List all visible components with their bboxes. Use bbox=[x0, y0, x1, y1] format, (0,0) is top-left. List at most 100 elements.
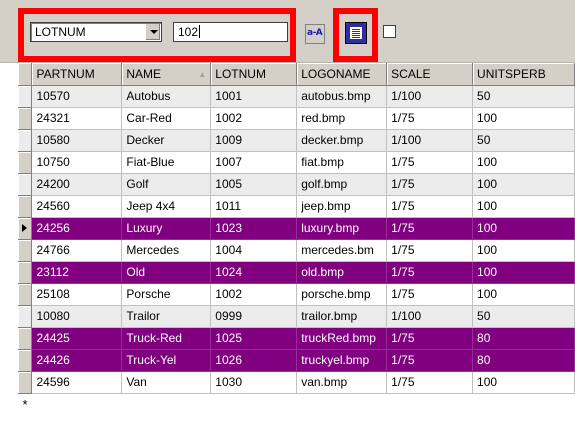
cell-lotnum[interactable]: 1025 bbox=[210, 327, 298, 350]
row-indicator[interactable] bbox=[18, 85, 33, 108]
new-row[interactable]: * bbox=[18, 393, 575, 415]
cell-unitsperb[interactable]: 50 bbox=[472, 305, 575, 328]
cell-logoname[interactable]: porsche.bmp bbox=[296, 283, 388, 306]
cell-lotnum[interactable]: 1001 bbox=[210, 85, 298, 108]
row-indicator[interactable] bbox=[18, 261, 33, 284]
table-row[interactable]: 24426 Truck-Yel 1026 truckyel.bmp 1/75 80 bbox=[18, 349, 575, 372]
table-row[interactable]: 23112 Old 1024 old.bmp 1/75 100 bbox=[18, 261, 575, 284]
cell-unitsperb[interactable]: 100 bbox=[472, 283, 575, 306]
row-indicator[interactable] bbox=[18, 371, 33, 394]
cell-unitsperb[interactable]: 100 bbox=[472, 107, 575, 130]
row-indicator[interactable] bbox=[18, 173, 33, 196]
cell-name[interactable]: Car-Red bbox=[121, 107, 212, 130]
cell-logoname[interactable]: fiat.bmp bbox=[296, 151, 388, 174]
table-row[interactable]: 10080 Trailor 0999 trailor.bmp 1/100 50 bbox=[18, 305, 575, 328]
cell-lotnum[interactable]: 1011 bbox=[210, 195, 298, 218]
cell-name[interactable]: Old bbox=[121, 261, 212, 284]
cell-logoname[interactable]: old.bmp bbox=[296, 261, 388, 284]
cell-unitsperb[interactable]: 50 bbox=[472, 85, 575, 108]
cell-unitsperb[interactable]: 100 bbox=[472, 239, 575, 262]
row-indicator[interactable] bbox=[18, 151, 33, 174]
cell-lotnum[interactable]: 1026 bbox=[210, 349, 298, 372]
cell-lotnum[interactable]: 1002 bbox=[210, 283, 298, 306]
cell-partnum[interactable]: 10570 bbox=[31, 85, 123, 108]
cell-name[interactable]: Truck-Yel bbox=[121, 349, 212, 372]
cell-scale[interactable]: 1/100 bbox=[386, 305, 474, 328]
cell-logoname[interactable]: autobus.bmp bbox=[296, 85, 388, 108]
table-row[interactable]: 10750 Fiat-Blue 1007 fiat.bmp 1/75 100 bbox=[18, 151, 575, 174]
cell-partnum[interactable]: 24426 bbox=[31, 349, 123, 372]
cell-lotnum[interactable]: 1005 bbox=[210, 173, 298, 196]
cell-logoname[interactable]: decker.bmp bbox=[296, 129, 388, 152]
cell-scale[interactable]: 1/75 bbox=[386, 239, 474, 262]
cell-logoname[interactable]: van.bmp bbox=[296, 371, 388, 394]
cell-scale[interactable]: 1/75 bbox=[386, 151, 474, 174]
cell-scale[interactable]: 1/75 bbox=[386, 371, 474, 394]
cell-lotnum[interactable]: 1009 bbox=[210, 129, 298, 152]
cell-name[interactable]: Fiat-Blue bbox=[121, 151, 212, 174]
cell-name[interactable]: Golf bbox=[121, 173, 212, 196]
cell-logoname[interactable]: luxury.bmp bbox=[296, 217, 388, 240]
cell-name[interactable]: Jeep 4x4 bbox=[121, 195, 212, 218]
table-row[interactable]: 24200 Golf 1005 golf.bmp 1/75 100 bbox=[18, 173, 575, 196]
table-row[interactable]: 10570 Autobus 1001 autobus.bmp 1/100 50 bbox=[18, 85, 575, 108]
cell-scale[interactable]: 1/75 bbox=[386, 349, 474, 372]
table-row[interactable]: 24256 Luxury 1023 luxury.bmp 1/75 100 bbox=[18, 217, 575, 240]
cell-partnum[interactable]: 24321 bbox=[31, 107, 123, 130]
cell-name[interactable]: Decker bbox=[121, 129, 212, 152]
row-indicator[interactable] bbox=[18, 107, 33, 130]
cell-unitsperb[interactable]: 100 bbox=[472, 261, 575, 284]
column-header-scale[interactable]: SCALE bbox=[386, 63, 474, 86]
cell-logoname[interactable]: jeep.bmp bbox=[296, 195, 388, 218]
cell-name[interactable]: Van bbox=[121, 371, 212, 394]
cell-partnum[interactable]: 24596 bbox=[31, 371, 123, 394]
table-row[interactable]: 25108 Porsche 1002 porsche.bmp 1/75 100 bbox=[18, 283, 575, 306]
cell-scale[interactable]: 1/100 bbox=[386, 129, 474, 152]
cell-unitsperb[interactable]: 80 bbox=[472, 327, 575, 350]
table-row[interactable]: 24596 Van 1030 van.bmp 1/75 100 bbox=[18, 371, 575, 394]
cell-scale[interactable]: 1/75 bbox=[386, 195, 474, 218]
column-header-lotnum[interactable]: LOTNUM bbox=[210, 63, 298, 86]
cell-unitsperb[interactable]: 100 bbox=[472, 151, 575, 174]
cell-scale[interactable]: 1/75 bbox=[386, 107, 474, 130]
case-sensitive-toggle-button[interactable]: a-A bbox=[305, 24, 325, 44]
cell-partnum[interactable]: 10580 bbox=[31, 129, 123, 152]
row-indicator[interactable] bbox=[18, 239, 33, 262]
cell-lotnum[interactable]: 1024 bbox=[210, 261, 298, 284]
row-indicator[interactable] bbox=[18, 305, 33, 328]
cell-logoname[interactable]: truckyel.bmp bbox=[296, 349, 388, 372]
cell-scale[interactable]: 1/75 bbox=[386, 173, 474, 196]
cell-partnum[interactable]: 25108 bbox=[31, 283, 123, 306]
cell-name[interactable]: Luxury bbox=[121, 217, 212, 240]
cell-lotnum[interactable]: 1004 bbox=[210, 239, 298, 262]
cell-partnum[interactable]: 24200 bbox=[31, 173, 123, 196]
cell-name[interactable]: Autobus bbox=[121, 85, 212, 108]
cell-scale[interactable]: 1/75 bbox=[386, 283, 474, 306]
cell-partnum[interactable]: 24256 bbox=[31, 217, 123, 240]
cell-partnum[interactable]: 23112 bbox=[31, 261, 123, 284]
table-row[interactable]: 10580 Decker 1009 decker.bmp 1/100 50 bbox=[18, 129, 575, 152]
cell-unitsperb[interactable]: 100 bbox=[472, 195, 575, 218]
cell-name[interactable]: Porsche bbox=[121, 283, 212, 306]
row-indicator[interactable] bbox=[18, 217, 33, 240]
table-row[interactable]: 24560 Jeep 4x4 1011 jeep.bmp 1/75 100 bbox=[18, 195, 575, 218]
cell-logoname[interactable]: red.bmp bbox=[296, 107, 388, 130]
cell-unitsperb[interactable]: 100 bbox=[472, 371, 575, 394]
row-indicator[interactable] bbox=[18, 129, 33, 152]
cell-name[interactable]: Trailor bbox=[121, 305, 212, 328]
cell-lotnum[interactable]: 1030 bbox=[210, 371, 298, 394]
cell-unitsperb[interactable]: 50 bbox=[472, 129, 575, 152]
table-row[interactable]: 24321 Car-Red 1002 red.bmp 1/75 100 bbox=[18, 107, 575, 130]
cell-logoname[interactable]: trailor.bmp bbox=[296, 305, 388, 328]
column-header-partnum[interactable]: PARTNUM bbox=[31, 63, 123, 86]
cell-logoname[interactable]: mercedes.bm bbox=[296, 239, 388, 262]
cell-logoname[interactable]: truckRed.bmp bbox=[296, 327, 388, 350]
cell-partnum[interactable]: 24766 bbox=[31, 239, 123, 262]
cell-lotnum[interactable]: 1007 bbox=[210, 151, 298, 174]
cell-name[interactable]: Truck-Red bbox=[121, 327, 212, 350]
cell-scale[interactable]: 1/75 bbox=[386, 217, 474, 240]
filter-checkbox[interactable] bbox=[383, 25, 396, 38]
cell-name[interactable]: Mercedes bbox=[121, 239, 212, 262]
row-indicator[interactable] bbox=[18, 349, 33, 372]
row-indicator[interactable] bbox=[18, 283, 33, 306]
